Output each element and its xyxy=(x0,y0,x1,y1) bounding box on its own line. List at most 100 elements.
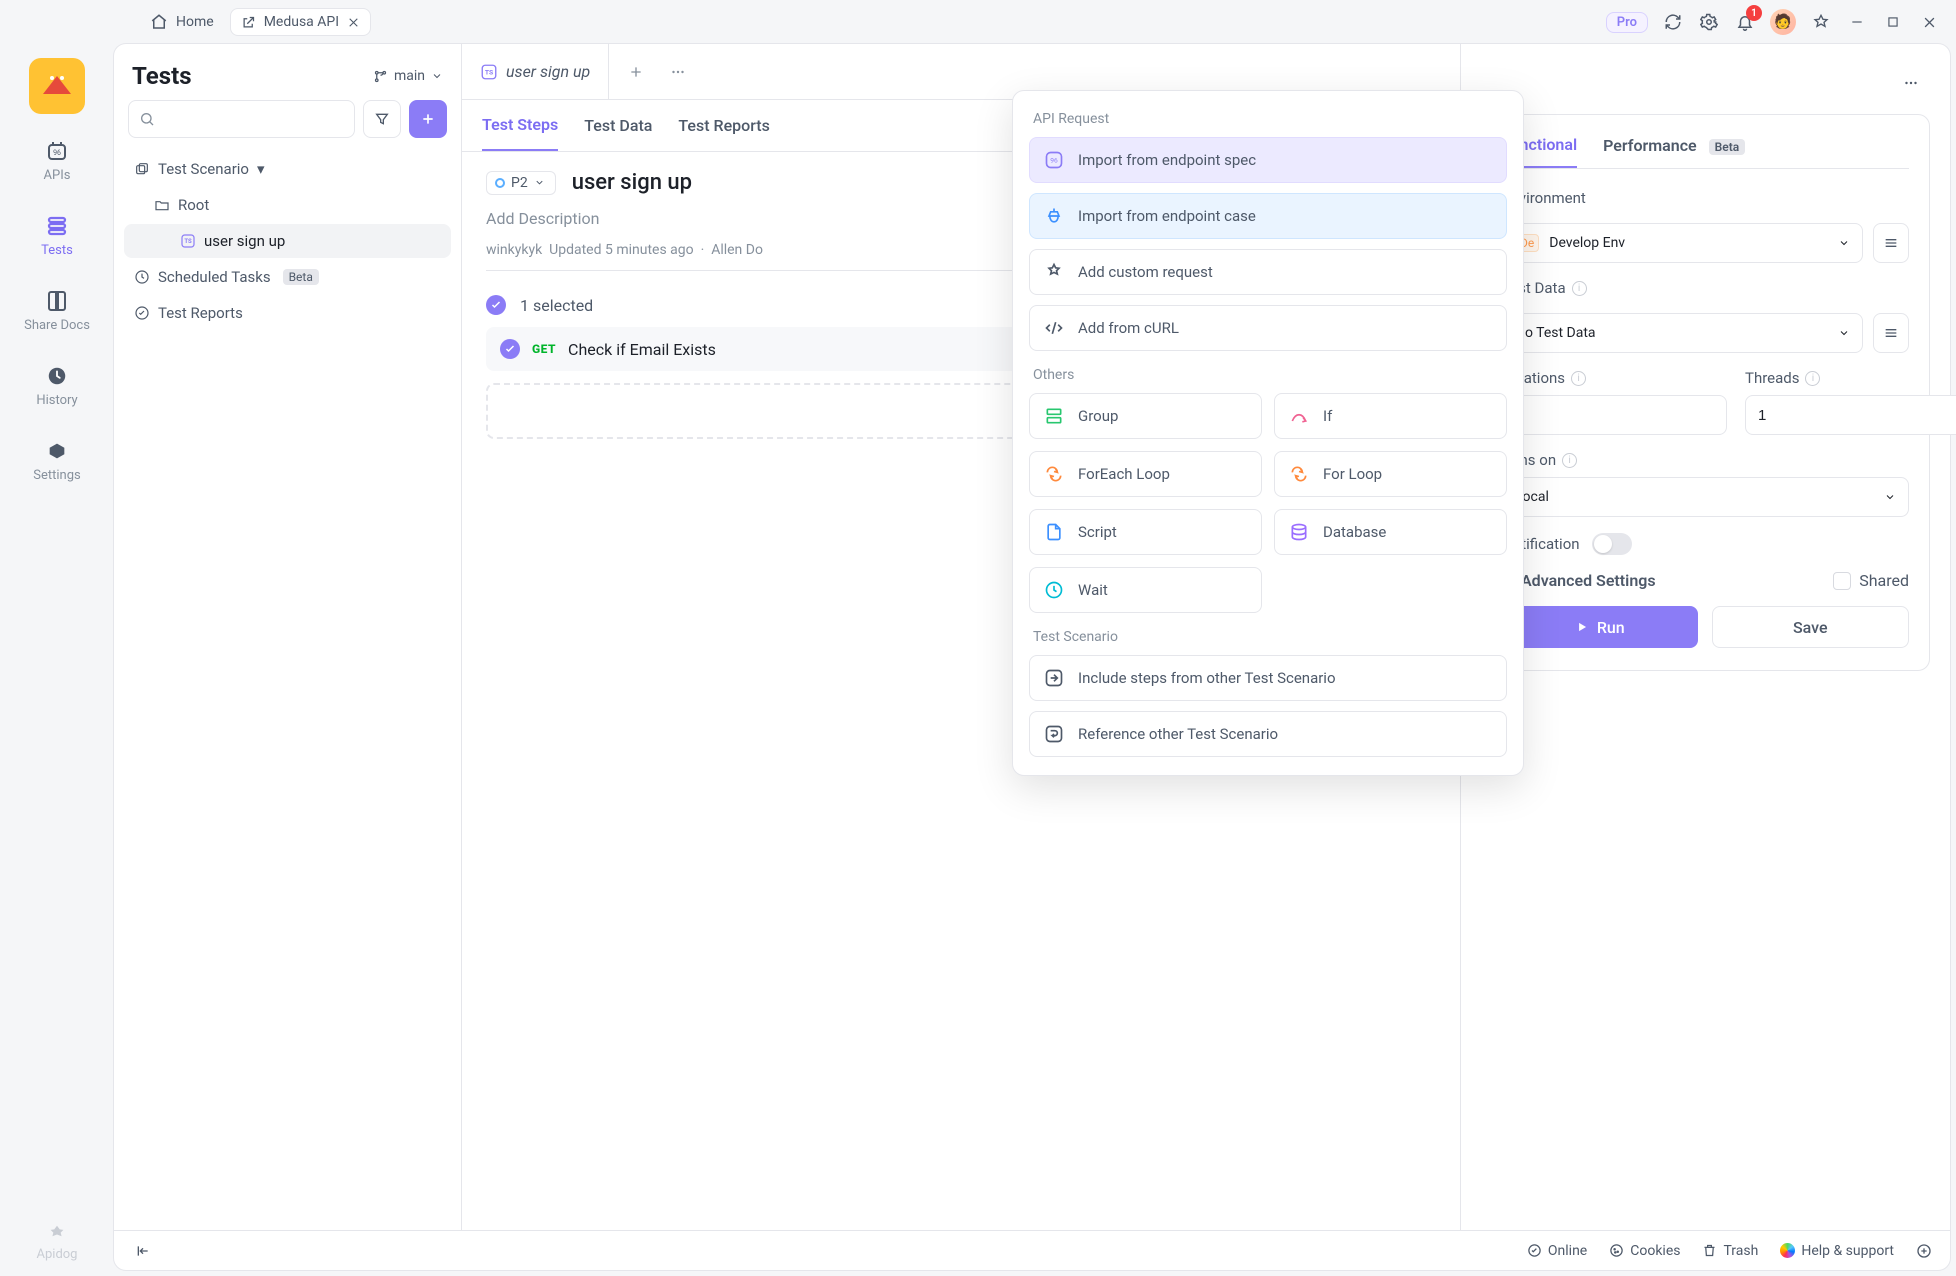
testdata-select[interactable]: No Test Data xyxy=(1502,313,1863,353)
group-icon xyxy=(1044,406,1064,426)
tab-test-steps[interactable]: Test Steps xyxy=(482,100,558,151)
close-icon[interactable] xyxy=(347,16,360,29)
environment-options-button[interactable] xyxy=(1873,223,1909,263)
check-icon[interactable] xyxy=(500,339,520,359)
menu-foreach[interactable]: ForEach Loop xyxy=(1029,451,1262,497)
save-button[interactable]: Save xyxy=(1712,606,1910,648)
gear-icon[interactable] xyxy=(1698,11,1720,33)
tree-scheduled-tasks[interactable]: Scheduled Tasks Beta xyxy=(124,260,451,294)
menu-add-from-curl[interactable]: Add from cURL xyxy=(1029,305,1507,351)
menu-if[interactable]: If xyxy=(1274,393,1507,439)
info-icon[interactable]: i xyxy=(1562,453,1577,468)
workspace-tab[interactable]: Medusa API xyxy=(230,8,371,36)
collapse-sidebar-icon[interactable] xyxy=(132,1240,154,1262)
filter-button[interactable] xyxy=(363,100,401,138)
tab-test-data[interactable]: Test Data xyxy=(584,100,652,151)
menu-reference-scenario[interactable]: Reference other Test Scenario xyxy=(1029,711,1507,757)
home-label: Home xyxy=(176,14,214,30)
add-step-popover: API Request 96 Import from endpoint spec… xyxy=(1012,90,1524,776)
rail-settings[interactable]: Settings xyxy=(0,432,114,489)
custom-request-icon xyxy=(1044,262,1064,282)
rail-sharedocs[interactable]: Share Docs xyxy=(0,282,114,339)
run-button[interactable]: Run xyxy=(1502,606,1698,648)
tree-label: user sign up xyxy=(204,232,285,250)
tab-more-button[interactable] xyxy=(661,55,695,89)
refresh-icon[interactable] xyxy=(1662,11,1684,33)
shared-checkbox[interactable]: Shared xyxy=(1833,571,1909,590)
clock-icon xyxy=(134,269,150,285)
tree-label: Root xyxy=(178,196,209,214)
add-footer-button[interactable] xyxy=(1916,1243,1932,1259)
environment-select[interactable]: De Develop Env xyxy=(1502,223,1863,263)
tree-item-signup[interactable]: TS user sign up xyxy=(124,224,451,258)
tab-test-reports[interactable]: Test Reports xyxy=(678,100,769,151)
testdata-label: Test Data i xyxy=(1502,279,1909,297)
runs-on-label: Runs oni xyxy=(1502,451,1909,469)
window-close-icon[interactable] xyxy=(1918,11,1940,33)
avatar[interactable]: 🧑 xyxy=(1770,9,1796,35)
trash-button[interactable]: Trash xyxy=(1702,1243,1758,1259)
foreach-icon xyxy=(1044,464,1064,484)
menu-import-from-spec[interactable]: 96 Import from endpoint spec xyxy=(1029,137,1507,183)
search-input[interactable] xyxy=(128,100,355,138)
window-minimize-icon[interactable] xyxy=(1846,11,1868,33)
test-scenario-icon: TS xyxy=(480,63,498,81)
menu-add-custom-request[interactable]: Add custom request xyxy=(1029,249,1507,295)
branch-selector[interactable]: main xyxy=(373,68,443,84)
menu-include-steps[interactable]: Include steps from other Test Scenario xyxy=(1029,655,1507,701)
home-link[interactable]: Home xyxy=(140,7,222,37)
testdata-options-button[interactable] xyxy=(1873,313,1909,353)
menu-database[interactable]: Database xyxy=(1274,509,1507,555)
rail-label: APIs xyxy=(44,168,71,183)
add-button[interactable] xyxy=(409,100,447,138)
testdata-value: No Test Data xyxy=(1515,325,1596,341)
runs-on-select[interactable]: Local xyxy=(1502,477,1909,517)
svg-text:96: 96 xyxy=(53,149,61,157)
api-icon: 96 xyxy=(44,138,70,164)
rail-label: Share Docs xyxy=(24,318,90,333)
external-link-icon xyxy=(241,15,256,30)
info-icon[interactable]: i xyxy=(1572,281,1587,296)
test-scenario-icon: TS xyxy=(180,233,196,249)
menu-script[interactable]: Script xyxy=(1029,509,1262,555)
chevron-down-icon xyxy=(431,70,443,82)
threads-input[interactable] xyxy=(1745,395,1956,435)
priority-value: P2 xyxy=(511,175,528,191)
status-online[interactable]: Online xyxy=(1527,1243,1587,1259)
document-tab[interactable]: TS user sign up xyxy=(462,44,609,99)
help-button[interactable]: Help & support xyxy=(1780,1243,1894,1259)
menu-wait[interactable]: Wait xyxy=(1029,567,1262,613)
pin-icon[interactable] xyxy=(1810,11,1832,33)
bell-icon[interactable]: 1 xyxy=(1734,11,1756,33)
tree-root-folder[interactable]: Root xyxy=(124,188,451,222)
scenario-title[interactable]: user sign up xyxy=(572,170,692,195)
rail-tests[interactable]: Tests xyxy=(0,207,114,264)
rail-apis[interactable]: 96 APIs xyxy=(0,132,114,189)
tree-scenario-folder[interactable]: Test Scenario ▾ xyxy=(124,152,451,186)
plus-circle-icon xyxy=(1916,1243,1932,1259)
priority-selector[interactable]: P2 xyxy=(486,171,556,195)
iterations-input[interactable] xyxy=(1502,395,1727,435)
http-method-badge: GET xyxy=(532,342,556,356)
cookies-button[interactable]: Cookies xyxy=(1609,1243,1680,1259)
search-icon xyxy=(139,111,155,127)
svg-text:TS: TS xyxy=(485,68,493,76)
panel-more-button[interactable] xyxy=(1892,64,1930,102)
menu-group[interactable]: Group xyxy=(1029,393,1262,439)
info-icon[interactable]: i xyxy=(1805,371,1820,386)
pro-badge[interactable]: Pro xyxy=(1606,12,1648,33)
advanced-settings-toggle[interactable]: Advanced Settings xyxy=(1502,571,1656,590)
menu-for[interactable]: For Loop xyxy=(1274,451,1507,497)
new-tab-button[interactable] xyxy=(619,55,653,89)
rail-history[interactable]: History xyxy=(0,357,114,414)
if-icon xyxy=(1289,406,1309,426)
menu-import-from-case[interactable]: Import from endpoint case xyxy=(1029,193,1507,239)
check-icon xyxy=(486,295,506,315)
notification-toggle[interactable] xyxy=(1592,533,1632,555)
plus-icon xyxy=(628,64,644,80)
info-icon[interactable]: i xyxy=(1571,371,1586,386)
config-tab-performance[interactable]: Performance Beta xyxy=(1603,128,1745,167)
tree-test-reports[interactable]: Test Reports xyxy=(124,296,451,330)
window-maximize-icon[interactable] xyxy=(1882,11,1904,33)
home-icon xyxy=(148,11,170,33)
